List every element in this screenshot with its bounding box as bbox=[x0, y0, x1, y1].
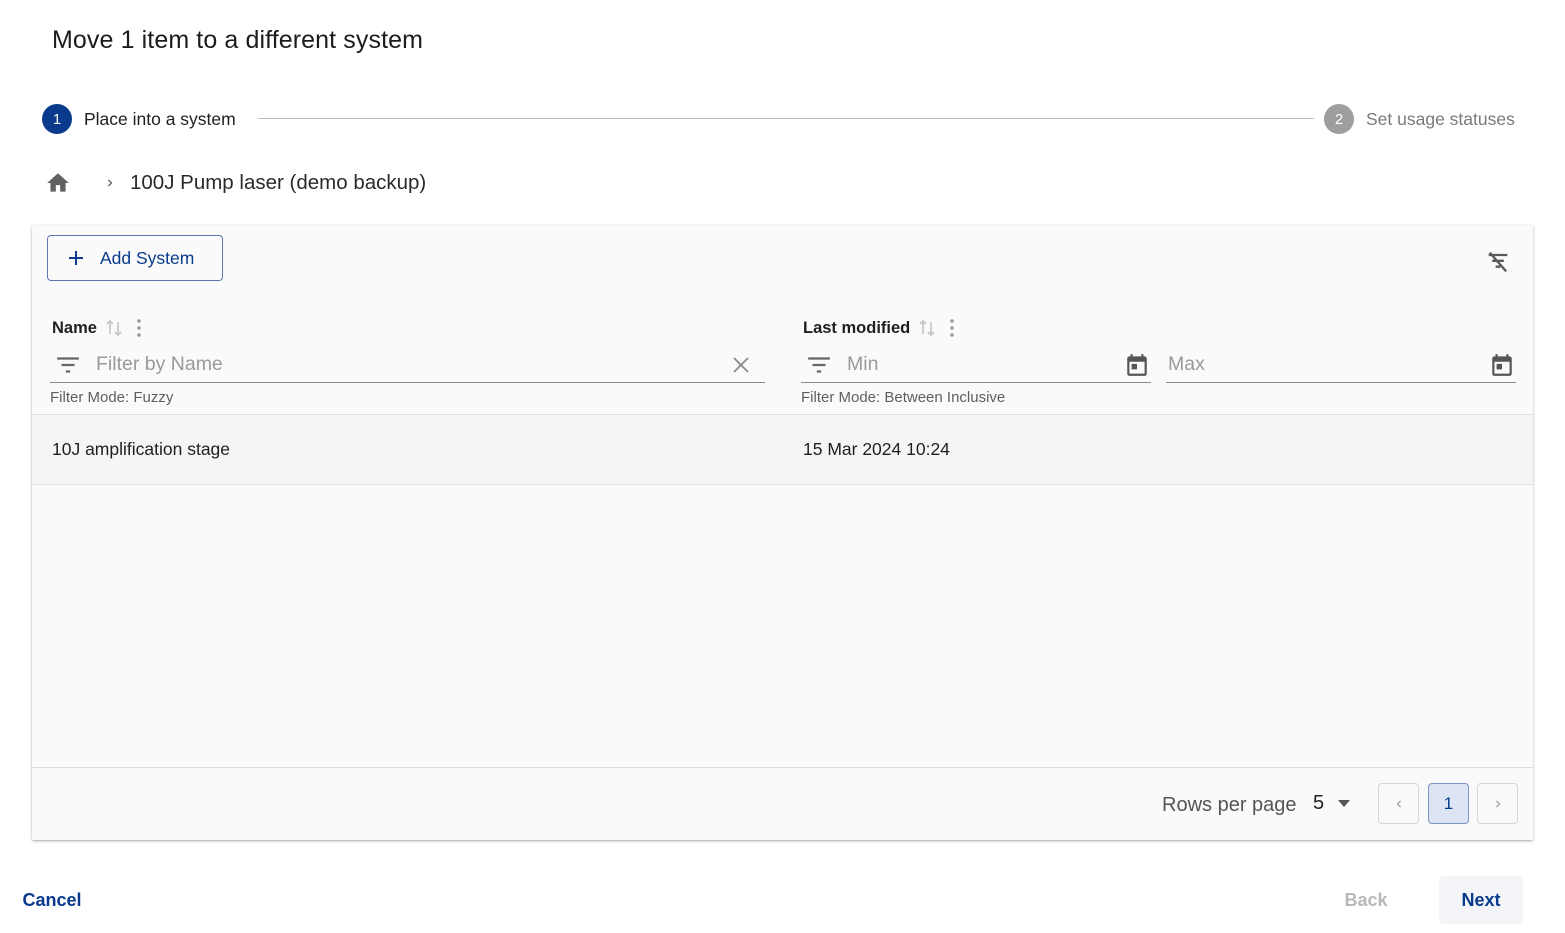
add-system-button[interactable]: Add System bbox=[47, 235, 223, 281]
chevron-right-icon bbox=[100, 176, 120, 190]
back-button[interactable]: Back bbox=[1328, 876, 1404, 924]
rows-per-page-select[interactable]: 5 bbox=[1313, 792, 1351, 815]
add-system-label: Add System bbox=[100, 247, 195, 268]
chevron-right-icon bbox=[1495, 800, 1500, 807]
name-filter-mode: Filter Mode: Fuzzy bbox=[50, 389, 174, 406]
cancel-button[interactable]: Cancel bbox=[10, 876, 94, 924]
calendar-icon[interactable] bbox=[1488, 351, 1516, 379]
min-date-filter-field[interactable] bbox=[801, 347, 1151, 383]
breadcrumb-current: 100J Pump laser (demo backup) bbox=[130, 171, 427, 194]
column-menu-icon[interactable] bbox=[948, 318, 956, 338]
clear-icon[interactable] bbox=[727, 351, 755, 379]
step-connector bbox=[258, 118, 1314, 119]
row-last-modified-cell: 15 Mar 2024 10:24 bbox=[803, 439, 950, 459]
systems-table: Add System Name Filter Mode: Fuzzy Last … bbox=[32, 225, 1533, 840]
caret-down-icon bbox=[1338, 799, 1351, 807]
breadcrumb: 100J Pump laser (demo backup) bbox=[42, 166, 426, 200]
column-menu-icon[interactable] bbox=[135, 318, 143, 338]
stepper: 1 Place into a system 2 Set usage status… bbox=[42, 104, 1523, 134]
column-header-last-modified[interactable]: Last modified bbox=[803, 317, 956, 339]
rows-per-page-label: Rows per page bbox=[1162, 794, 1297, 816]
move-dialog: Move 1 item to a different system 1 Plac… bbox=[0, 0, 1565, 933]
sort-icon[interactable] bbox=[918, 319, 936, 337]
name-filter-field[interactable] bbox=[50, 347, 765, 383]
table-row[interactable]: 10J amplification stage 15 Mar 2024 10:2… bbox=[32, 415, 1533, 485]
home-icon[interactable] bbox=[42, 167, 74, 199]
chevron-left-icon bbox=[1396, 800, 1401, 807]
row-name-cell[interactable]: 10J amplification stage bbox=[52, 439, 230, 460]
plus-icon bbox=[69, 251, 83, 265]
calendar-icon[interactable] bbox=[1123, 351, 1151, 379]
filter-off-icon[interactable] bbox=[1483, 247, 1513, 277]
max-date-input[interactable] bbox=[1168, 353, 1488, 376]
filter-icon bbox=[805, 353, 833, 377]
step-label-2: Set usage statuses bbox=[1366, 108, 1515, 129]
next-button[interactable]: Next bbox=[1439, 876, 1523, 924]
column-last-modified-label: Last modified bbox=[803, 318, 911, 337]
max-date-filter-field[interactable] bbox=[1166, 347, 1516, 383]
sort-icon[interactable] bbox=[105, 319, 123, 337]
date-filter-mode: Filter Mode: Between Inclusive bbox=[801, 389, 1006, 406]
page-1-button[interactable]: 1 bbox=[1428, 783, 1469, 824]
name-filter-input[interactable] bbox=[96, 353, 727, 376]
rows-per-page-value: 5 bbox=[1313, 792, 1325, 814]
step-number-2: 2 bbox=[1324, 104, 1354, 134]
column-header-name[interactable]: Name bbox=[52, 317, 143, 339]
step-label-1: Place into a system bbox=[84, 108, 236, 129]
dialog-title: Move 1 item to a different system bbox=[52, 26, 424, 54]
min-date-input[interactable] bbox=[847, 353, 1123, 376]
next-page-button[interactable] bbox=[1477, 783, 1518, 824]
previous-page-button[interactable] bbox=[1378, 783, 1419, 824]
step-number-1: 1 bbox=[42, 104, 72, 134]
step-place-into-system[interactable]: 1 Place into a system bbox=[42, 104, 236, 134]
column-name-label: Name bbox=[52, 318, 97, 337]
filter-icon bbox=[54, 353, 82, 377]
step-set-usage-statuses[interactable]: 2 Set usage statuses bbox=[1324, 104, 1515, 134]
table-footer: Rows per page 5 1 bbox=[32, 767, 1533, 840]
